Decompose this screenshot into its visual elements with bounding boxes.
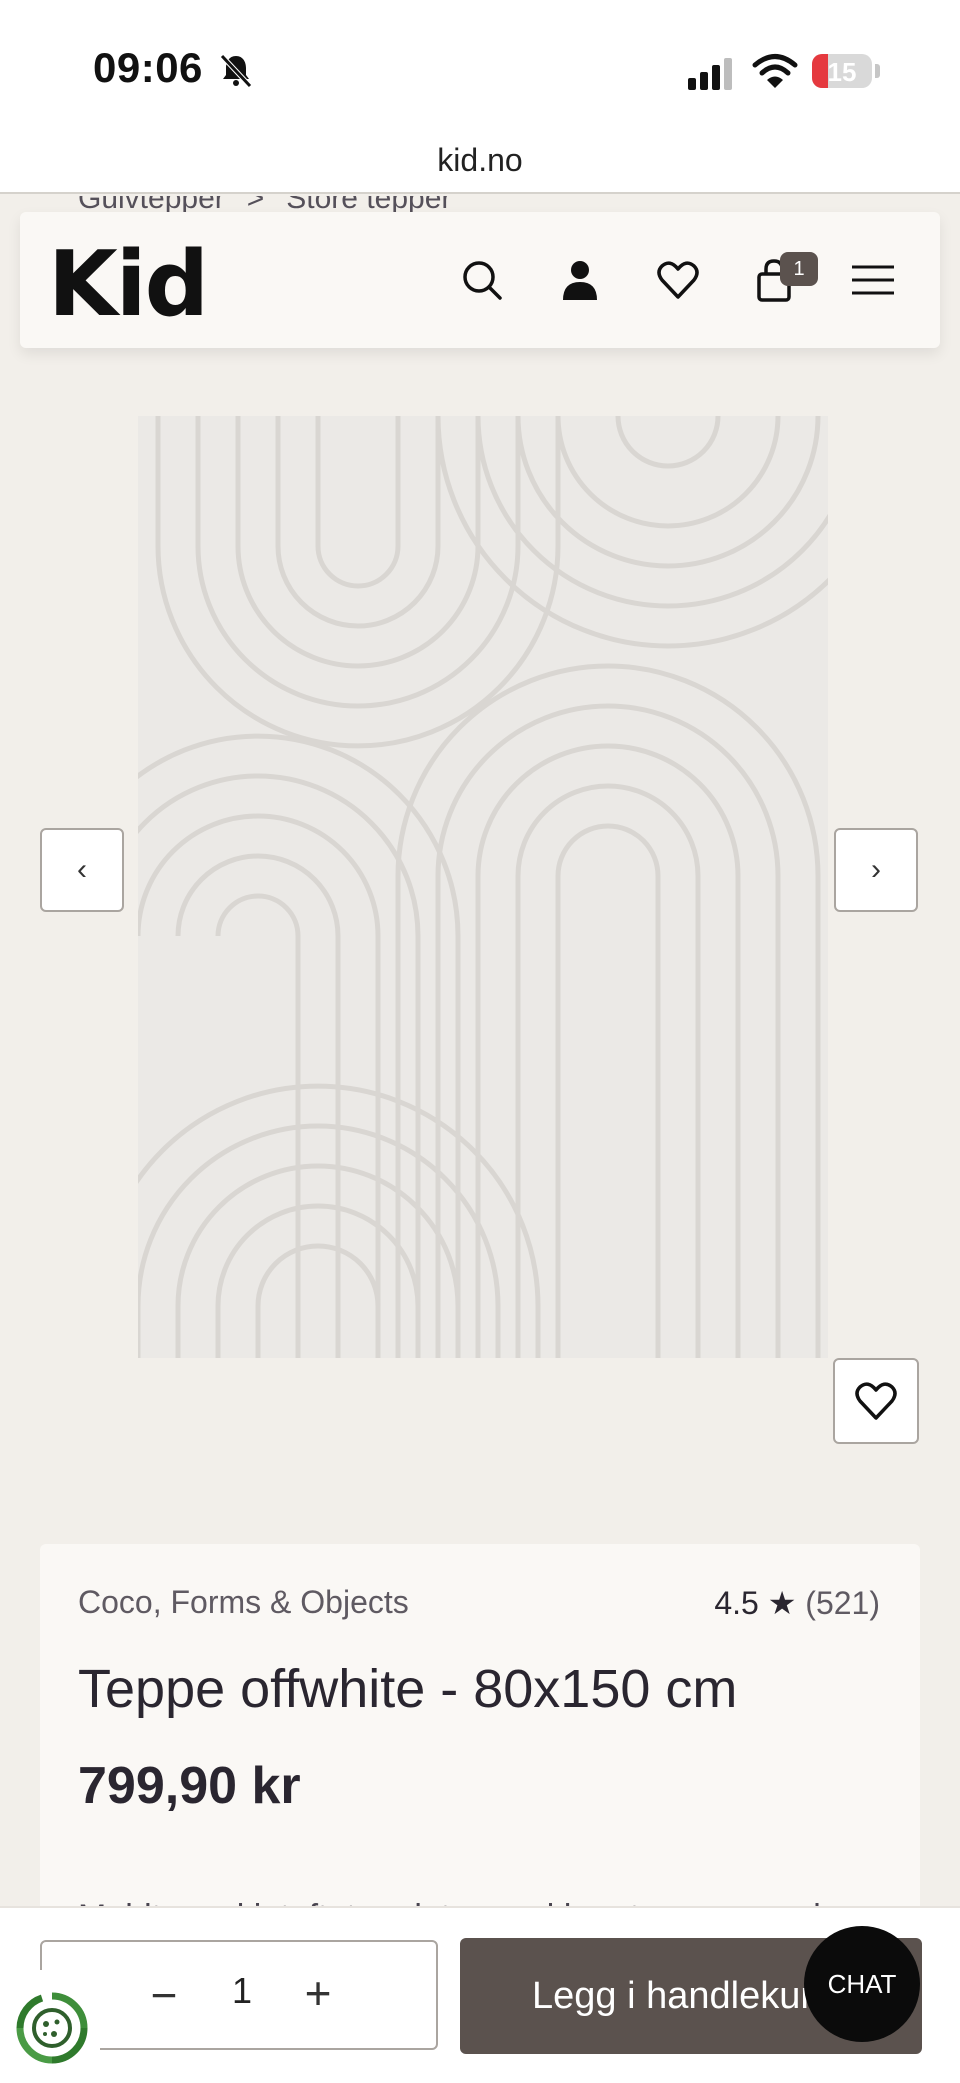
product-image-gallery: ‹ › [0,352,960,1472]
chevron-right-icon: › [871,853,881,886]
heart-icon [855,1382,897,1420]
cart-count-badge: 1 [780,252,818,286]
product-brand[interactable]: Coco, Forms & Objects [78,1584,409,1621]
bell-muted-icon [220,54,252,88]
gallery-prev-button[interactable]: ‹ [40,828,124,912]
cookie-settings-button[interactable] [0,1970,100,2081]
product-image-rug[interactable] [138,416,828,1358]
chat-button[interactable]: CHAT [804,1926,920,2042]
cookie-icon [16,1992,88,2064]
review-count: (521) [805,1585,880,1621]
quantity-increase-button[interactable]: + [298,1966,338,2020]
kid-logo[interactable]: Kid [48,232,209,337]
status-bar: 09:06 15 [0,0,960,130]
rating-value: 4.5 [714,1585,759,1621]
url-text: kid.no [437,142,523,178]
product-title: Teppe offwhite - 80x150 cm [78,1659,738,1719]
site-header: Kid 1 [20,212,940,348]
product-price: 799,90 kr [78,1757,301,1815]
add-to-wishlist-button[interactable] [833,1358,919,1444]
product-rating[interactable]: 4.5 ★ (521) [714,1584,880,1622]
star-icon: ★ [767,1585,797,1621]
wishlist-heart-icon[interactable] [656,258,700,302]
battery-indicator: 15 [812,54,872,88]
wifi-icon [752,54,798,88]
gallery-next-button[interactable]: › [834,828,918,912]
chevron-left-icon: ‹ [77,853,87,886]
rug-pattern [138,416,828,1358]
quantity-value[interactable]: 1 [222,1970,262,2012]
status-time: 09:06 [93,44,203,91]
battery-cap [875,64,880,78]
search-icon[interactable] [460,258,504,302]
browser-url-bar[interactable]: kid.no [0,130,960,194]
battery-percent: 15 [827,57,857,87]
product-info-card: Coco, Forms & Objects 4.5 ★ (521) Teppe … [40,1544,920,1944]
menu-hamburger-icon[interactable] [850,258,896,302]
account-icon[interactable] [558,258,602,302]
quantity-decrease-button[interactable]: − [144,1968,184,2022]
cellular-signal-icon [688,58,732,90]
